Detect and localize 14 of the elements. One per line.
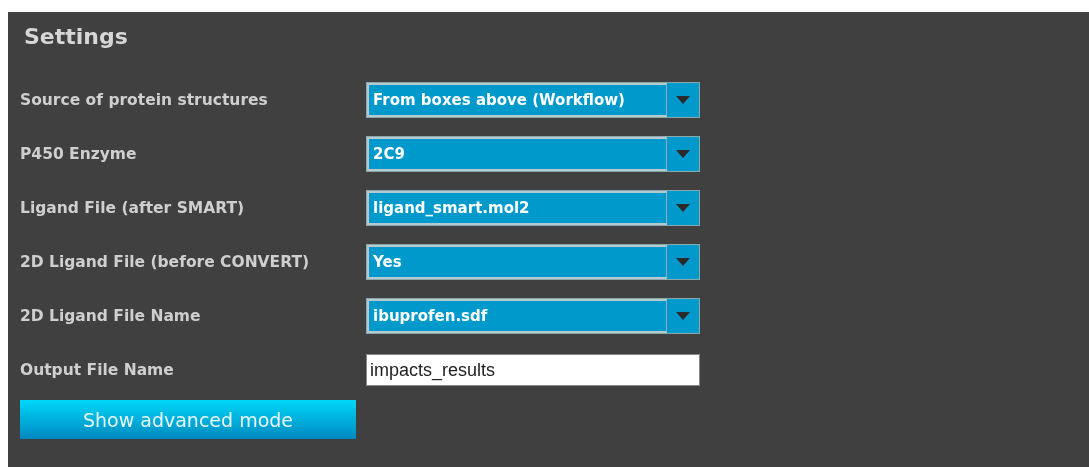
panel-title: Settings [23, 24, 129, 51]
dropdown[interactable]: From boxes above (Workflow) [366, 82, 700, 118]
field-label: P450 Enzyme [20, 145, 138, 163]
field-label: 2D Ligand File Name [20, 307, 202, 325]
field-label: Output File Name [20, 361, 175, 379]
dropdown[interactable]: Yes [366, 244, 700, 280]
dropdown[interactable]: ligand_smart.mol2 [366, 190, 700, 226]
field-label: Ligand File (after SMART) [20, 199, 246, 217]
dropdown[interactable]: ibuprofen.sdf [366, 298, 700, 334]
field-label: Source of protein structures [20, 91, 269, 109]
advanced-mode-button[interactable]: Show advanced mode [20, 400, 356, 439]
field-label: 2D Ligand File (before CONVERT) [20, 253, 311, 271]
dropdown[interactable]: 2C9 [366, 136, 700, 172]
text-field[interactable]: impacts_results [366, 354, 700, 386]
